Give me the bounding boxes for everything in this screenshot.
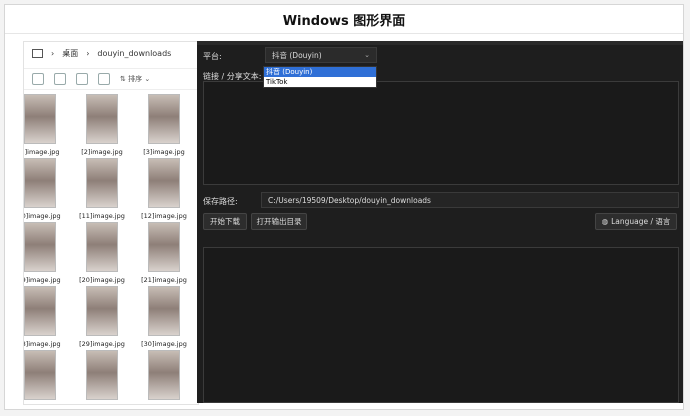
file-name: [2]image.jpg [81, 148, 123, 156]
file-thumbnail[interactable]: :8]image.jpg [23, 286, 68, 348]
file-thumbnail[interactable] [74, 350, 130, 404]
save-path-input[interactable]: C:/Users/19509/Desktop/douyin_downloads [261, 192, 679, 208]
file-name: 1]image.jpg [23, 148, 60, 156]
file-name: [11]image.jpg [79, 212, 125, 220]
file-name: [21]image.jpg [141, 276, 187, 284]
start-download-button[interactable]: 开始下载 [203, 213, 247, 230]
sort-button[interactable]: ⇅ 排序 ⌄ [120, 74, 150, 84]
file-thumbnail[interactable] [136, 350, 192, 404]
file-name: [3]image.jpg [143, 148, 185, 156]
image-preview [86, 94, 118, 144]
file-thumbnail[interactable]: [29]image.jpg [74, 286, 130, 348]
image-preview [148, 350, 180, 400]
main-window: Windows 图形界面 › 桌面 › douyin_downloads ⇅ 排… [4, 4, 684, 410]
file-name: :0]image.jpg [23, 212, 61, 220]
file-explorer: › 桌面 › douyin_downloads ⇅ 排序 ⌄ 1]image.j… [23, 41, 199, 405]
file-thumbnail[interactable]: [12]image.jpg [136, 158, 192, 220]
image-preview [148, 222, 180, 272]
share-icon[interactable] [76, 73, 88, 85]
platform-dropdown: 抖音 (Douyin) TikTok [263, 66, 377, 88]
image-preview [24, 222, 56, 272]
link-textarea[interactable] [203, 81, 679, 185]
image-preview [148, 158, 180, 208]
delete-icon[interactable] [98, 73, 110, 85]
app-top-strip [197, 41, 683, 45]
breadcrumb-folder[interactable]: douyin_downloads [97, 49, 171, 58]
cut-icon[interactable] [32, 73, 44, 85]
save-path-label: 保存路径: [203, 197, 238, 206]
platform-option-tiktok[interactable]: TikTok [264, 77, 376, 87]
open-output-dir-button[interactable]: 打开输出目录 [251, 213, 307, 230]
file-name: [20]image.jpg [79, 276, 125, 284]
language-label: Language / 语言 [611, 217, 671, 226]
file-thumbnail[interactable] [24, 350, 68, 404]
chevron-right-icon: › [86, 48, 90, 58]
file-thumbnail[interactable]: [3]image.jpg [136, 94, 192, 156]
platform-value: 抖音 (Douyin) [272, 50, 322, 60]
platform-select[interactable]: 抖音 (Douyin) ⌄ [265, 47, 377, 63]
image-preview [24, 350, 56, 400]
file-thumbnail[interactable]: [2]image.jpg [74, 94, 130, 156]
chevron-down-icon: ⌄ [364, 51, 370, 59]
address-bar[interactable]: › 桌面 › douyin_downloads [24, 42, 198, 64]
image-preview [86, 158, 118, 208]
file-thumbnail[interactable]: [30]image.jpg [136, 286, 192, 348]
log-output [203, 247, 679, 403]
image-preview [86, 350, 118, 400]
file-thumbnail[interactable]: 1]image.jpg [23, 94, 68, 156]
file-thumbnail[interactable]: [11]image.jpg [74, 158, 130, 220]
file-name: [29]image.jpg [79, 340, 125, 348]
file-thumbnail[interactable]: [21]image.jpg [136, 222, 192, 284]
image-preview [148, 286, 180, 336]
window-title: Windows 图形界面 [5, 5, 683, 34]
language-button[interactable]: ◍ Language / 语言 [595, 213, 677, 230]
file-name: :8]image.jpg [23, 340, 61, 348]
image-preview [148, 94, 180, 144]
image-preview [86, 222, 118, 272]
explorer-toolbar: ⇅ 排序 ⌄ [24, 68, 198, 90]
file-name: :9]image.jpg [23, 276, 61, 284]
file-thumbnail[interactable]: :0]image.jpg [23, 158, 68, 220]
file-name: [30]image.jpg [141, 340, 187, 348]
sort-label: 排序 [128, 75, 143, 83]
image-preview [86, 286, 118, 336]
breadcrumb-desktop[interactable]: 桌面 [62, 48, 78, 59]
file-name: [12]image.jpg [141, 212, 187, 220]
file-thumbnail[interactable]: [20]image.jpg [74, 222, 130, 284]
monitor-icon [32, 48, 43, 58]
copy-icon[interactable] [54, 73, 66, 85]
globe-icon: ◍ [601, 217, 609, 226]
platform-option-douyin[interactable]: 抖音 (Douyin) [264, 67, 376, 77]
file-thumbnail[interactable]: :9]image.jpg [23, 222, 68, 284]
image-preview [24, 158, 56, 208]
downloader-app: 平台: 抖音 (Douyin) ⌄ 抖音 (Douyin) TikTok 链接 … [197, 41, 683, 403]
platform-label: 平台: [203, 52, 222, 61]
image-preview [24, 94, 56, 144]
chevron-right-icon: › [51, 48, 55, 58]
image-preview [24, 286, 56, 336]
